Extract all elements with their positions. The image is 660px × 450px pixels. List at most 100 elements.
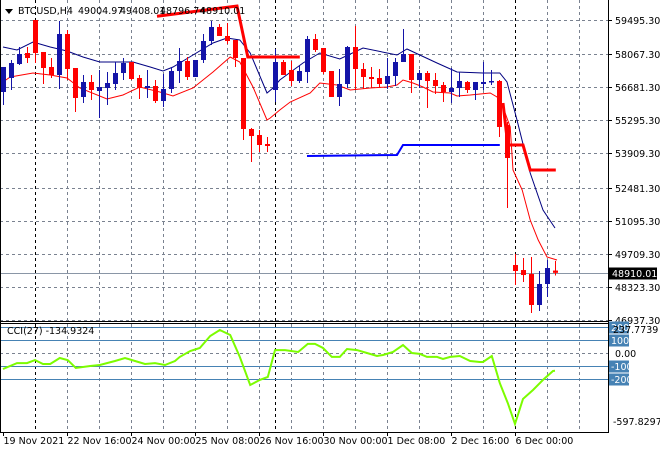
candle-body	[185, 60, 190, 78]
candle-body	[249, 128, 254, 137]
candle-body	[417, 73, 422, 81]
cci-level-label: 100	[611, 336, 629, 347]
low-value: 48796.74	[160, 6, 205, 17]
candle-body	[113, 73, 118, 84]
time-tick-label: 1 Dec 08:00	[388, 436, 446, 447]
high-value: 49408.01	[120, 6, 165, 17]
candle-body	[337, 83, 342, 97]
candle[interactable]	[241, 58, 246, 141]
candle-body	[9, 63, 14, 79]
candle-body	[425, 73, 430, 81]
price-tick-label: 52481.30	[615, 184, 660, 195]
candle[interactable]	[321, 48, 326, 74]
time-tick-label: 22 Nov 16:00	[68, 436, 132, 447]
cci-level-label: -100	[611, 362, 633, 373]
candle-body	[233, 40, 238, 59]
cci-level-label: -200	[611, 375, 633, 386]
candle-body	[537, 283, 542, 305]
candle-body	[281, 62, 286, 75]
candle[interactable]	[345, 45, 350, 89]
candle-body	[265, 143, 270, 146]
candle-body	[377, 78, 382, 84]
candle-body	[153, 86, 158, 102]
cci-top-value: 237.7739	[613, 325, 658, 336]
candle-body	[145, 86, 150, 89]
cci-label: CCI(27) -134.9324	[7, 326, 94, 337]
candle[interactable]	[129, 62, 134, 81]
candle-body	[81, 81, 86, 97]
candle[interactable]	[281, 59, 286, 75]
candle-body	[513, 265, 518, 272]
candle-body	[321, 48, 326, 73]
price-tick-label: 55295.30	[615, 116, 660, 127]
candle-body	[273, 62, 278, 90]
candle[interactable]	[193, 59, 198, 78]
price-tick-label: 53909.30	[615, 149, 660, 160]
time-tick-label: 6 Dec 00:00	[516, 436, 574, 447]
candle-body	[497, 80, 502, 127]
cci-bottom-value: -597.8297	[613, 417, 660, 428]
candle-body	[489, 80, 494, 83]
candle-body	[457, 80, 462, 89]
candle-body	[97, 87, 102, 91]
candle-body	[241, 58, 246, 129]
current-price-label: 48910.01	[612, 269, 657, 280]
candle-body	[433, 80, 438, 87]
candle-body	[17, 54, 22, 65]
candle-body	[345, 47, 350, 84]
time-tick-label: 19 Nov 2021	[4, 436, 65, 447]
candle-body	[129, 62, 134, 80]
candle-body	[193, 59, 198, 78]
price-tick-label: 56681.30	[615, 83, 660, 94]
candle-body	[481, 81, 486, 84]
candle-body	[369, 77, 374, 80]
candle-body	[449, 88, 454, 92]
open-value: 49004.97	[78, 6, 123, 17]
candle-body	[169, 71, 174, 89]
time-tick-label: 30 Nov 00:00	[324, 436, 388, 447]
candle-body	[473, 81, 478, 90]
candle-body	[529, 274, 534, 305]
time-tick-label: 26 Nov 16:00	[260, 436, 324, 447]
symbol-label: BTCUSD,H4	[18, 6, 73, 17]
candle-body	[521, 270, 526, 276]
candle-body	[313, 39, 318, 50]
candle-body	[385, 75, 390, 84]
candle-body	[289, 70, 294, 81]
candle-body	[465, 81, 470, 90]
candle-body	[177, 60, 182, 72]
time-tick-label: 2 Dec 16:00	[452, 436, 510, 447]
candle-body	[209, 26, 214, 42]
candle-body	[441, 85, 446, 92]
candle-body	[65, 34, 70, 69]
price-tick-label: 49709.30	[615, 250, 660, 261]
candle-body	[57, 34, 62, 75]
candle-body	[553, 270, 558, 273]
trading-chart[interactable]: 59495.30 58067.30 56681.30 55295.30 53909.30…	[0, 0, 660, 450]
close-value: 48910.01	[200, 6, 245, 17]
price-tick-label: 48323.30	[615, 283, 660, 294]
candle-body	[329, 71, 334, 97]
time-tick-label: 24 Nov 00:00	[132, 436, 196, 447]
candle-body	[401, 54, 406, 63]
candle-body	[361, 68, 366, 78]
time-tick-label: 25 Nov 08:00	[196, 436, 260, 447]
candle[interactable]	[329, 71, 334, 97]
cci-level-label: 0.00	[615, 349, 636, 360]
candle-body	[137, 78, 142, 89]
candle-body	[393, 62, 398, 76]
candle-body	[201, 41, 206, 60]
price-tick-label: 58067.30	[615, 50, 660, 61]
candle-body	[105, 82, 110, 89]
price-tick-label: 59495.30	[615, 16, 660, 27]
candle-body	[121, 63, 126, 74]
price-tick-label: 51095.30	[615, 217, 660, 228]
candle-body	[353, 47, 358, 69]
candle-body	[161, 88, 166, 102]
chart-header: BTCUSD,H4 49004.97 49408.01 48796.74 489…	[5, 6, 245, 17]
candle-body	[217, 26, 222, 36]
candle-body	[409, 54, 414, 81]
candle-body	[33, 19, 38, 53]
candle-body	[257, 135, 262, 145]
candle-body	[545, 268, 550, 284]
